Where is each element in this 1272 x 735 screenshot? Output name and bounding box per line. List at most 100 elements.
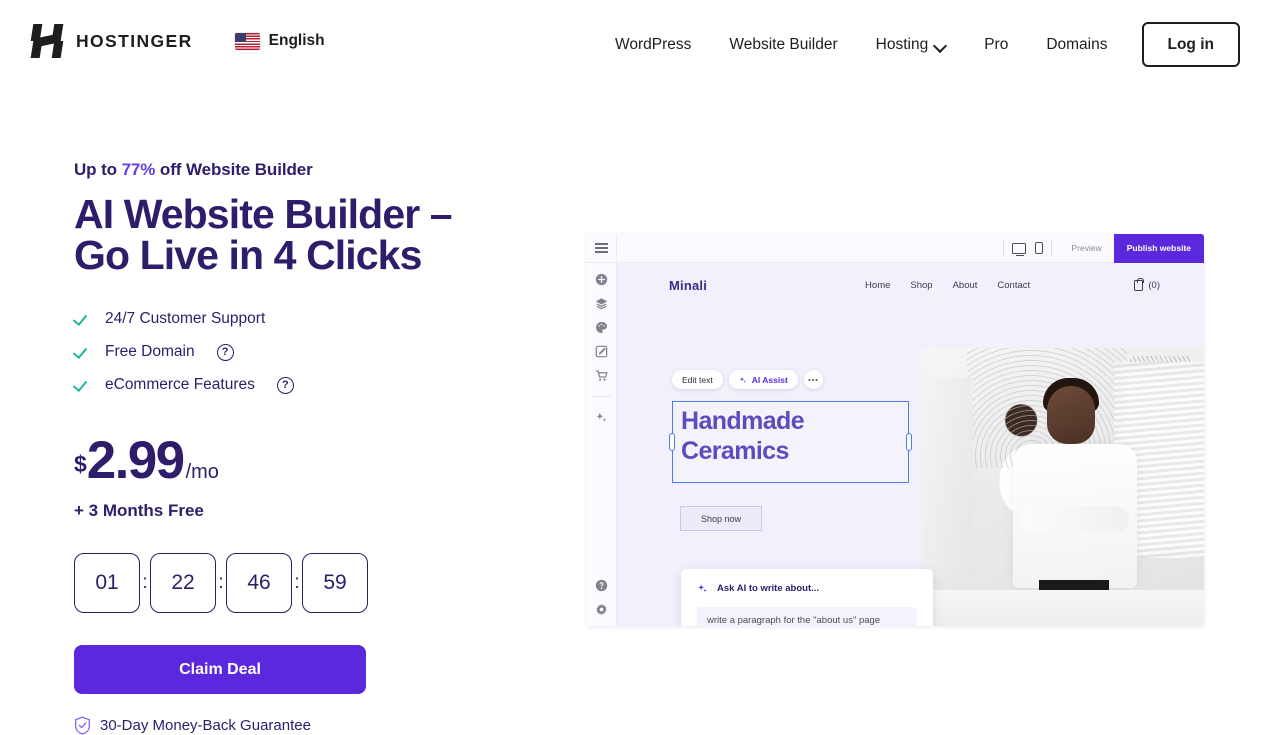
help-circle-icon[interactable] [595,579,608,592]
check-icon [74,378,89,393]
countdown-days: 01 [74,553,140,613]
publish-website-button[interactable]: Publish website [1113,234,1204,263]
edit-text-button[interactable]: Edit text [672,370,723,389]
ai-sparkle-icon [698,584,707,592]
preview-nav-home[interactable]: Home [865,280,890,291]
builder-sidebar [586,263,617,626]
nav-label: Website Builder [729,35,838,53]
nav-item-pro[interactable]: Pro [965,25,1027,65]
resize-handle-left[interactable] [669,433,675,451]
discount-eyebrow: Up to 77% off Website Builder [74,160,544,180]
help-circle-icon[interactable]: ? [276,376,294,394]
feature-label: Free Domain [105,343,195,360]
divider [1002,241,1004,255]
countdown-separator: : [218,572,224,593]
preview-cart[interactable]: (0) [1134,277,1160,291]
ai-assist-label: AI Assist [751,374,788,385]
feature-label: 24/7 Customer Support [105,310,266,327]
claim-deal-button[interactable]: Claim Deal [74,645,366,694]
ceramics-studio-photo [921,348,1204,626]
preview-nav-contact[interactable]: Contact [997,280,1030,291]
text-edit-toolbar: Edit text AI Assist [672,370,823,389]
countdown-separator: : [142,572,148,593]
shop-now-button[interactable]: Shop now [680,506,762,531]
price-currency: $ [74,451,87,477]
settings-gear-icon[interactable] [595,603,608,616]
promo-panel: Up to 77% off Website Builder AI Website… [74,160,544,735]
countdown-seconds: 59 [302,553,368,613]
builder-canvas: Minali Home Shop About Contact (0) Edit … [617,263,1204,626]
ai-assist-button[interactable]: AI Assist [728,370,798,389]
feature-item-support: 24/7 Customer Support [74,310,544,328]
language-label: English [268,32,325,49]
builder-sidebar-bottom [595,579,608,626]
feature-item-free-domain: Free Domain ? [74,343,544,361]
page-title: AI Website Builder – Go Live in 4 Clicks [74,191,453,278]
nav-item-website-builder[interactable]: Website Builder [710,25,856,65]
nav-item-wordpress[interactable]: WordPress [596,25,710,65]
site-header: HOSTINGER English WordPress Website Buil… [0,0,1272,84]
shopping-bag-icon [1134,277,1144,291]
shield-check-icon [75,716,90,735]
log-in-button[interactable]: Log in [1141,22,1240,67]
help-circle-icon[interactable]: ? [216,343,234,361]
countdown-timer: 01 : 22 : 46 : 59 [74,553,544,613]
feature-list: 24/7 Customer Support Free Domain ? eCom… [74,310,544,394]
preview-nav-about[interactable]: About [953,280,978,291]
ai-prompt-input[interactable]: write a paragraph for the "about us" pag… [697,607,917,626]
edit-pencil-icon[interactable] [595,345,608,358]
language-selector[interactable]: English [234,32,325,50]
cart-count: (0) [1148,280,1160,291]
ai-panel-title: Ask AI to write about... [717,583,820,594]
check-icon [74,345,89,360]
palette-icon[interactable] [595,321,608,334]
bonus-months-label: + 3 Months Free [74,501,204,520]
price-display: $ 2.99 /mo [74,434,544,487]
logo-wordmark[interactable]: HOSTINGER [76,31,193,52]
more-options-button[interactable] [803,370,823,389]
check-icon [74,312,89,327]
divider [1050,241,1052,255]
divider [591,396,611,397]
nav-label: Hosting [875,35,929,53]
hero-heading-text[interactable]: Handmade Ceramics [681,407,906,466]
desktop-view-icon[interactable] [1011,242,1026,256]
price-amount: 2.99 [86,431,185,490]
builder-topbar: Preview Publish website [586,234,1204,263]
builder-topbar-actions: Preview Publish website [995,234,1204,263]
ai-sparkle-icon [739,376,746,382]
eyebrow-prefix: Up to [74,160,122,179]
preview-site-links: Home Shop About Contact [865,280,1030,291]
preview-site-nav: Minali Home Shop About Contact (0) [617,263,1204,308]
preview-site-logo[interactable]: Minali [669,278,707,293]
shopping-cart-icon[interactable] [595,369,608,382]
money-back-guarantee: 30-Day Money-Back Guarantee [74,716,544,735]
nav-label: WordPress [615,35,692,53]
add-element-icon[interactable] [595,273,608,286]
nav-label: Pro [984,35,1009,53]
resize-handle-right[interactable] [906,433,912,451]
preview-nav-shop[interactable]: Shop [910,280,932,291]
countdown-minutes: 46 [226,553,292,613]
discount-percent: 77% [121,160,156,179]
hostinger-h-logo[interactable] [30,24,64,58]
ai-sparkle-icon[interactable] [595,411,608,424]
preview-button[interactable]: Preview [1060,243,1114,253]
brand-area: HOSTINGER English [30,24,325,58]
countdown-hours: 22 [150,553,216,613]
chevron-down-icon [935,41,946,48]
ai-panel-title-row: Ask AI to write about... [697,583,917,594]
hamburger-icon[interactable] [586,234,617,263]
nav-item-hosting[interactable]: Hosting [857,25,966,65]
main-navigation: WordPress Website Builder Hosting Pro Do… [596,22,1240,67]
feature-label: eCommerce Features [105,376,255,393]
nav-label: Domains [1046,35,1108,53]
us-flag-icon [234,32,260,50]
eyebrow-suffix: off Website Builder [155,160,313,179]
feature-item-ecommerce: eCommerce Features ? [74,376,544,394]
layers-icon[interactable] [595,297,608,310]
mobile-view-icon[interactable] [1034,242,1043,254]
price-period: /mo [185,461,219,483]
website-builder-mockup: Preview Publish website Minali Home Shop… [586,234,1204,626]
nav-item-domains[interactable]: Domains [1027,25,1126,65]
